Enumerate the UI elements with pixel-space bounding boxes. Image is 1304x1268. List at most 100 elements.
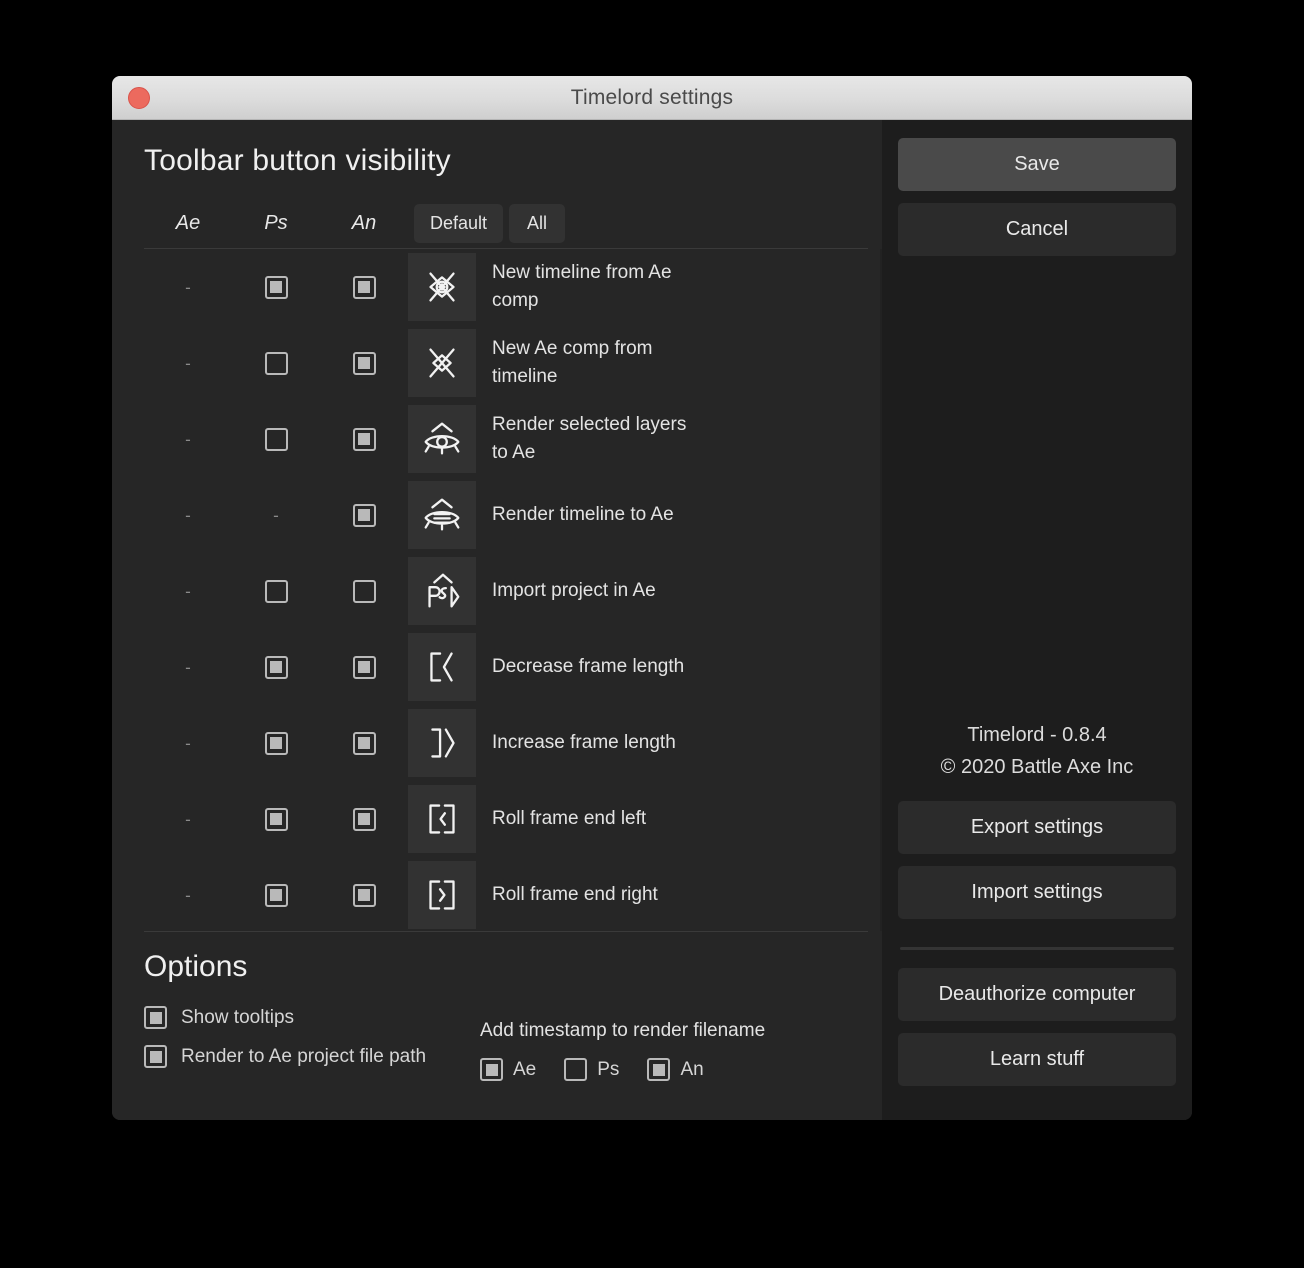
cell-an[interactable]	[320, 579, 408, 603]
row-label: Decrease frame length	[492, 656, 685, 678]
checkbox-an-row-8[interactable]	[352, 883, 376, 907]
table-row: - Increase frame length	[144, 705, 882, 781]
cell-ps[interactable]	[232, 731, 320, 755]
cell-an[interactable]	[320, 731, 408, 755]
not-applicable-dash: -	[185, 581, 191, 601]
cell-ae: -	[144, 735, 232, 752]
import-settings-button[interactable]: Import settings	[898, 866, 1176, 919]
checkbox-ps-row-7[interactable]	[264, 807, 288, 831]
timestamp-label: An	[680, 1058, 704, 1080]
page-title: Toolbar button visibility	[144, 144, 451, 177]
close-circle-icon[interactable]	[128, 86, 150, 109]
not-applicable-dash: -	[185, 733, 191, 753]
render-selected-layers-icon	[408, 405, 476, 473]
cell-an[interactable]	[320, 655, 408, 679]
default-button[interactable]: Default	[414, 203, 504, 243]
not-applicable-dash: -	[185, 429, 191, 449]
timestamp-items: Ae Ps An	[480, 1058, 765, 1081]
actions-panel: Save Cancel Timelord - 0.8.4 © 2020 Batt…	[882, 120, 1192, 1120]
all-button[interactable]: All	[509, 203, 566, 243]
cancel-button[interactable]: Cancel	[898, 203, 1176, 256]
cell-ae: -	[144, 659, 232, 676]
cell-ae: -	[144, 279, 232, 296]
about-block: Timelord - 0.8.4 © 2020 Battle Axe Inc	[898, 719, 1176, 783]
checkbox-an-row-4[interactable]	[352, 579, 376, 603]
learn-stuff-button[interactable]: Learn stuff	[898, 1033, 1176, 1086]
checkbox-show-tooltips[interactable]	[144, 1006, 167, 1029]
checkbox-ps-row-1[interactable]	[264, 351, 288, 375]
options-title: Options	[144, 950, 248, 983]
checkbox-an-row-2[interactable]	[352, 427, 376, 451]
table-row: - New timeline from Ae comp	[144, 249, 882, 325]
cell-ps[interactable]	[232, 807, 320, 831]
cell-an[interactable]	[320, 351, 408, 375]
table-row: - Import project in Ae	[144, 553, 882, 629]
cell-an[interactable]	[320, 883, 408, 907]
not-applicable-dash: -	[185, 505, 191, 525]
checkbox-an-row-1[interactable]	[352, 351, 376, 375]
increase-frame-length-icon	[408, 709, 476, 777]
checkbox-render-to-ae-project-file-path[interactable]	[144, 1045, 167, 1068]
new-comp-from-timeline-icon	[408, 329, 476, 397]
table-row: - Decrease frame length	[144, 629, 882, 705]
list-scrollbar[interactable]	[880, 249, 882, 931]
save-button[interactable]: Save	[898, 138, 1176, 191]
cell-ps[interactable]	[232, 275, 320, 299]
deauthorize-computer-button[interactable]: Deauthorize computer	[898, 968, 1176, 1021]
checkbox-timestamp-ps[interactable]	[564, 1058, 588, 1081]
checkbox-timestamp-an[interactable]	[647, 1058, 671, 1081]
checkbox-an-row-0[interactable]	[352, 275, 376, 299]
checkbox-timestamp-ae[interactable]	[480, 1058, 503, 1081]
checkbox-an-row-6[interactable]	[352, 731, 376, 755]
column-header-an: An	[351, 211, 377, 234]
row-label: New timeline from Ae comp	[492, 262, 672, 311]
cell-ps[interactable]	[232, 351, 320, 375]
timestamp-label: Ps	[597, 1058, 620, 1080]
checkbox-an-row-3[interactable]	[352, 503, 376, 527]
cell-ae: -	[144, 811, 232, 828]
cell-ae: -	[144, 507, 232, 524]
checkbox-ps-row-6[interactable]	[264, 731, 288, 755]
row-label: Render timeline to Ae	[492, 504, 674, 526]
checkbox-an-row-5[interactable]	[352, 655, 376, 679]
timestamp-item-ae[interactable]: Ae	[480, 1058, 536, 1081]
timestamp-item-ps[interactable]: Ps	[564, 1058, 619, 1081]
checkbox-an-row-7[interactable]	[352, 807, 376, 831]
row-label: Roll frame end left	[492, 808, 647, 830]
cell-an[interactable]	[320, 275, 408, 299]
row-label: New Ae comp from timeline	[492, 338, 653, 387]
cell-an[interactable]	[320, 503, 408, 527]
table-row: - Roll frame end left	[144, 781, 882, 857]
checkbox-ps-row-5[interactable]	[264, 655, 288, 679]
timestamp-item-an[interactable]: An	[647, 1058, 704, 1081]
window-title: Timelord settings	[570, 85, 734, 109]
checkbox-ps-row-8[interactable]	[264, 883, 288, 907]
toolbar-visibility-panel: Toolbar button visibility Ae Ps An Defau…	[112, 120, 882, 1120]
column-header-row: Ae Ps An Default All	[112, 178, 882, 248]
toolbar-button-list[interactable]: - New timeline from Ae comp - New Ae comp…	[144, 249, 882, 931]
timestamp-title: Add timestamp to render filename	[480, 1020, 766, 1041]
not-applicable-dash: -	[273, 505, 279, 525]
options-section: Options Show tooltips Render to Ae proje…	[112, 932, 882, 1120]
cell-an[interactable]	[320, 427, 408, 451]
cell-ps[interactable]	[232, 427, 320, 451]
table-row: - Roll frame end right	[144, 857, 882, 931]
cell-ae: -	[144, 355, 232, 372]
timestamp-label: Ae	[513, 1058, 537, 1080]
cell-an[interactable]	[320, 807, 408, 831]
export-settings-button[interactable]: Export settings	[898, 801, 1176, 854]
checkbox-ps-row-2[interactable]	[264, 427, 288, 451]
cell-ps[interactable]	[232, 579, 320, 603]
table-row: - - Render timeline to Ae	[144, 477, 882, 553]
not-applicable-dash: -	[185, 657, 191, 677]
cell-ae: -	[144, 583, 232, 600]
render-timeline-icon	[408, 481, 476, 549]
cell-ps[interactable]	[232, 883, 320, 907]
checkbox-ps-row-4[interactable]	[264, 579, 288, 603]
option-label: Show tooltips	[181, 1006, 295, 1028]
screen: Timelord settings Toolbar button visibil…	[0, 0, 1304, 1268]
checkbox-ps-row-0[interactable]	[264, 275, 288, 299]
cell-ps[interactable]	[232, 655, 320, 679]
row-label: Roll frame end right	[492, 884, 658, 906]
not-applicable-dash: -	[185, 277, 191, 297]
